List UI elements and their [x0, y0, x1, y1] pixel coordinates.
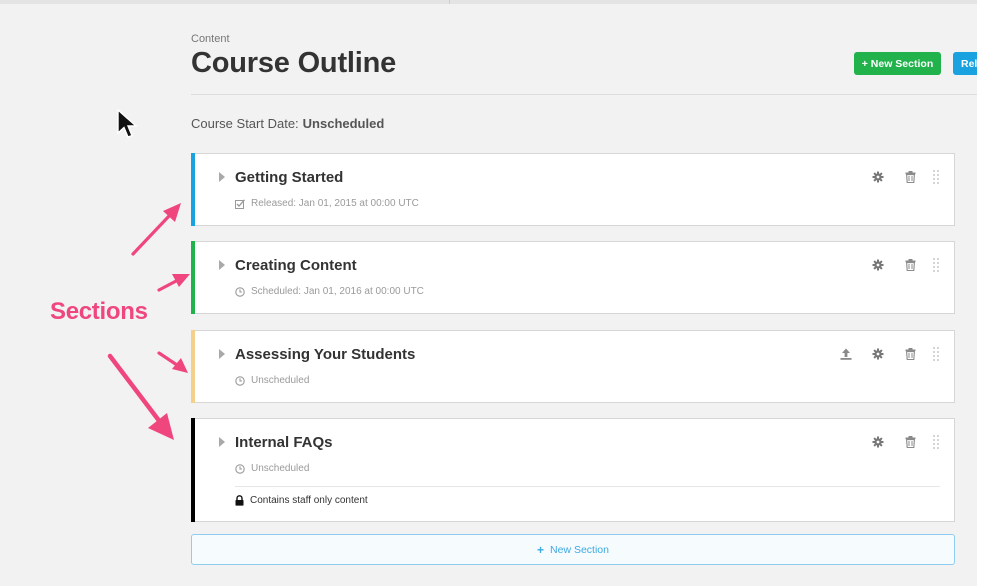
header-divider [191, 94, 977, 95]
section-name[interactable]: Internal FAQs [235, 434, 333, 451]
section-actions [852, 257, 940, 273]
section-status: Released: Jan 01, 2015 at 00:00 UTC [235, 198, 419, 209]
section-card[interactable]: Internal FAQs Unscheduled Contains staff… [191, 418, 955, 522]
gear-icon[interactable] [872, 348, 884, 360]
gear-icon[interactable] [872, 171, 884, 183]
new-section-button[interactable]: + New Section [854, 52, 941, 75]
clock-icon [235, 286, 245, 297]
section-actions [852, 434, 940, 450]
course-start-date: Course Start Date: Unscheduled [191, 116, 384, 131]
section-divider [235, 486, 940, 487]
staff-only-text: Contains staff only content [250, 495, 368, 506]
expand-toggle-icon[interactable] [219, 349, 225, 359]
section-status-text: Unscheduled [251, 463, 310, 474]
publish-icon[interactable] [840, 348, 852, 360]
section-status: Unscheduled [235, 375, 309, 386]
clock-icon [235, 375, 245, 386]
section-name[interactable]: Creating Content [235, 257, 357, 274]
trash-icon[interactable] [904, 348, 916, 360]
drag-handle-icon[interactable] [932, 257, 940, 273]
section-actions [820, 346, 940, 362]
clock-icon [235, 463, 245, 474]
release-button[interactable]: Rel [953, 52, 977, 75]
section-status-text: Released: Jan 01, 2015 at 00:00 UTC [251, 198, 419, 209]
section-status-bar [191, 418, 195, 522]
gear-icon[interactable] [872, 436, 884, 448]
section-card[interactable]: Assessing Your Students Unscheduled [191, 330, 955, 403]
drag-handle-icon[interactable] [932, 169, 940, 185]
lock-icon [235, 495, 244, 506]
section-status: Scheduled: Jan 01, 2016 at 00:00 UTC [235, 286, 424, 297]
release-button-label: Rel [961, 57, 977, 70]
section-status-text: Unscheduled [251, 375, 310, 386]
section-name[interactable]: Assessing Your Students [235, 346, 415, 363]
sections-annotation-label: Sections [50, 298, 148, 325]
new-section-button-label: + New Section [861, 57, 934, 70]
add-section-button[interactable]: + New Section [191, 534, 955, 565]
expand-toggle-icon[interactable] [219, 437, 225, 447]
section-status-bar [191, 330, 195, 403]
drag-handle-icon[interactable] [932, 346, 940, 362]
gear-icon[interactable] [872, 259, 884, 271]
trash-icon[interactable] [904, 171, 916, 183]
trash-icon[interactable] [904, 436, 916, 448]
section-status-bar [191, 241, 195, 314]
page-title: Course Outline [191, 47, 397, 79]
add-section-label: New Section [550, 543, 609, 556]
page-eyebrow: Content [191, 33, 230, 45]
section-actions [852, 169, 940, 185]
staff-only-note: Contains staff only content [235, 495, 368, 506]
section-card[interactable]: Getting Started Released: Jan 01, 2015 a… [191, 153, 955, 226]
section-name[interactable]: Getting Started [235, 169, 343, 186]
course-outline-page: Content Course Outline + New Section Rel… [0, 0, 977, 586]
section-card[interactable]: Creating Content Scheduled: Jan 01, 2016… [191, 241, 955, 314]
section-status-text: Scheduled: Jan 01, 2016 at 00:00 UTC [251, 286, 424, 297]
drag-handle-icon[interactable] [932, 434, 940, 450]
top-strip [0, 0, 977, 4]
section-status: Unscheduled [235, 463, 309, 474]
mouse-cursor-icon [117, 109, 138, 138]
plus-icon: + [537, 542, 545, 557]
course-start-value: Unscheduled [302, 116, 385, 131]
course-start-label: Course Start Date: [191, 116, 299, 131]
trash-icon[interactable] [904, 259, 916, 271]
expand-toggle-icon[interactable] [219, 260, 225, 270]
checkbox-icon [235, 198, 245, 209]
expand-toggle-icon[interactable] [219, 172, 225, 182]
section-status-bar [191, 153, 195, 226]
